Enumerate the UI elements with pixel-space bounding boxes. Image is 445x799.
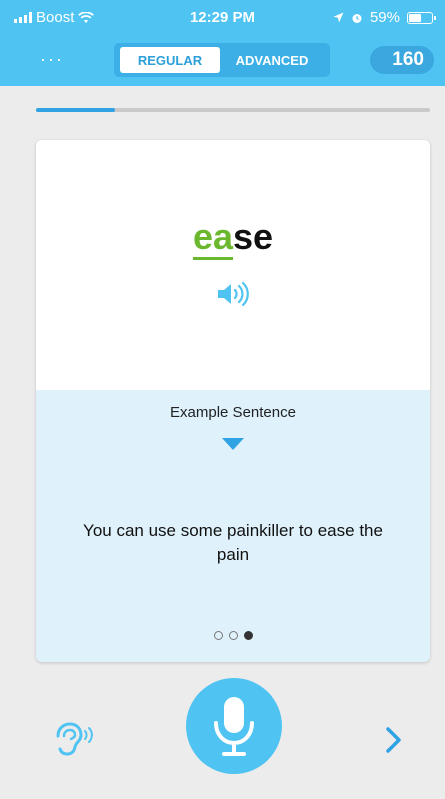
- word-title: ease: [36, 216, 430, 260]
- tab-regular[interactable]: REGULAR: [120, 47, 220, 73]
- tab-advanced[interactable]: ADVANCED: [222, 47, 322, 73]
- lesson-progress-bar: [36, 108, 430, 112]
- status-bar: Boost 12:29 PM 59%: [0, 0, 445, 34]
- page-dot[interactable]: [213, 631, 223, 640]
- alarm-icon: [352, 13, 362, 23]
- location-icon: [333, 12, 344, 23]
- page-dot[interactable]: [228, 631, 238, 640]
- header: Boost 12:29 PM 59% ··· REGULAR ADVANCED …: [0, 0, 445, 86]
- record-button[interactable]: [186, 678, 282, 774]
- page-indicator: [36, 631, 430, 640]
- word-highlight: ea: [192, 216, 233, 260]
- page-dot[interactable]: [243, 631, 253, 640]
- mode-toggle: REGULAR ADVANCED: [114, 43, 330, 77]
- caret-down-icon[interactable]: [222, 438, 244, 450]
- speaker-icon[interactable]: [216, 280, 250, 308]
- status-right: 59%: [333, 9, 436, 26]
- microphone-icon: [214, 697, 254, 756]
- word-rest: se: [233, 216, 274, 257]
- battery-percent: 59%: [369, 9, 400, 26]
- word-card: ease Example Sentence You can use some p…: [36, 140, 430, 662]
- progress-fill: [36, 108, 115, 112]
- score-badge: 160: [370, 46, 434, 74]
- menu-button[interactable]: ···: [40, 50, 64, 68]
- chevron-right-icon[interactable]: [384, 725, 404, 755]
- example-sentence: You can use some painkiller to ease the …: [83, 521, 383, 564]
- battery-icon: [407, 11, 436, 24]
- ear-icon[interactable]: [52, 722, 96, 756]
- word-panel: ease: [36, 140, 430, 390]
- example-sentence-label: Example Sentence: [170, 404, 296, 421]
